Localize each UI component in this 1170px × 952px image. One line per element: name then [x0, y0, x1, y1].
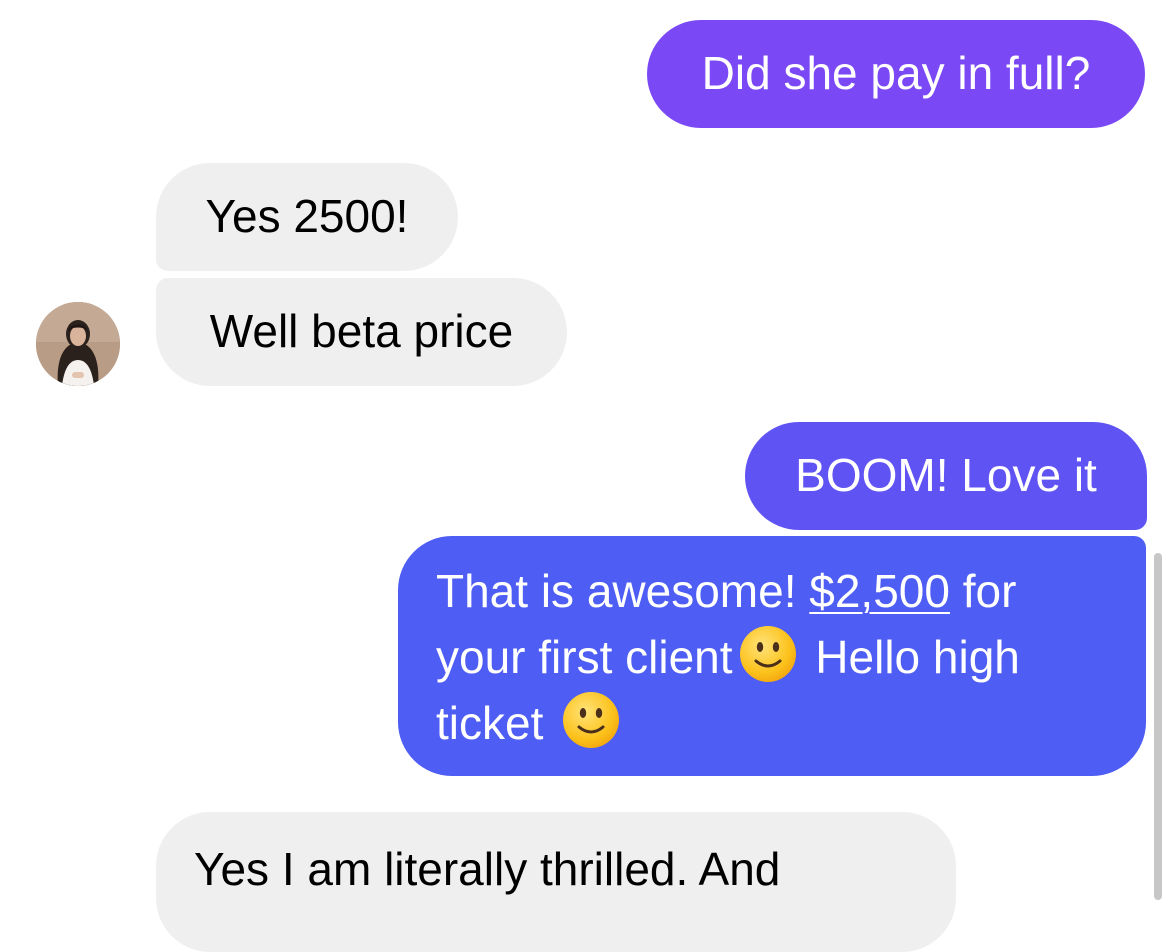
- incoming-message-bubble[interactable]: Well beta price: [156, 278, 567, 386]
- message-text: That is awesome!: [436, 565, 810, 617]
- message-text: Well beta price: [209, 305, 514, 357]
- message-text: Did she pay in full?: [701, 47, 1091, 99]
- outgoing-message-bubble[interactable]: BOOM! Love it: [745, 422, 1147, 530]
- incoming-message-bubble[interactable]: Yes I am literally thrilled. And: [156, 812, 956, 952]
- outgoing-message-bubble[interactable]: That is awesome! $2,500 for your first c…: [398, 536, 1146, 776]
- outgoing-message-bubble[interactable]: Did she pay in full?: [647, 20, 1145, 128]
- message-text: Yes I am literally thrilled. And: [194, 843, 781, 895]
- contact-avatar[interactable]: [36, 302, 120, 386]
- message-text: BOOM! Love it: [795, 449, 1097, 501]
- message-text: Yes 2500!: [205, 190, 409, 242]
- amount-link[interactable]: $2,500: [809, 565, 950, 617]
- slightly-smiling-face-icon: [563, 692, 620, 748]
- scrollbar[interactable]: [1154, 553, 1162, 900]
- profile-photo-icon: [36, 302, 120, 386]
- incoming-message-bubble[interactable]: Yes 2500!: [156, 163, 458, 271]
- slightly-smiling-face-icon: [739, 626, 796, 682]
